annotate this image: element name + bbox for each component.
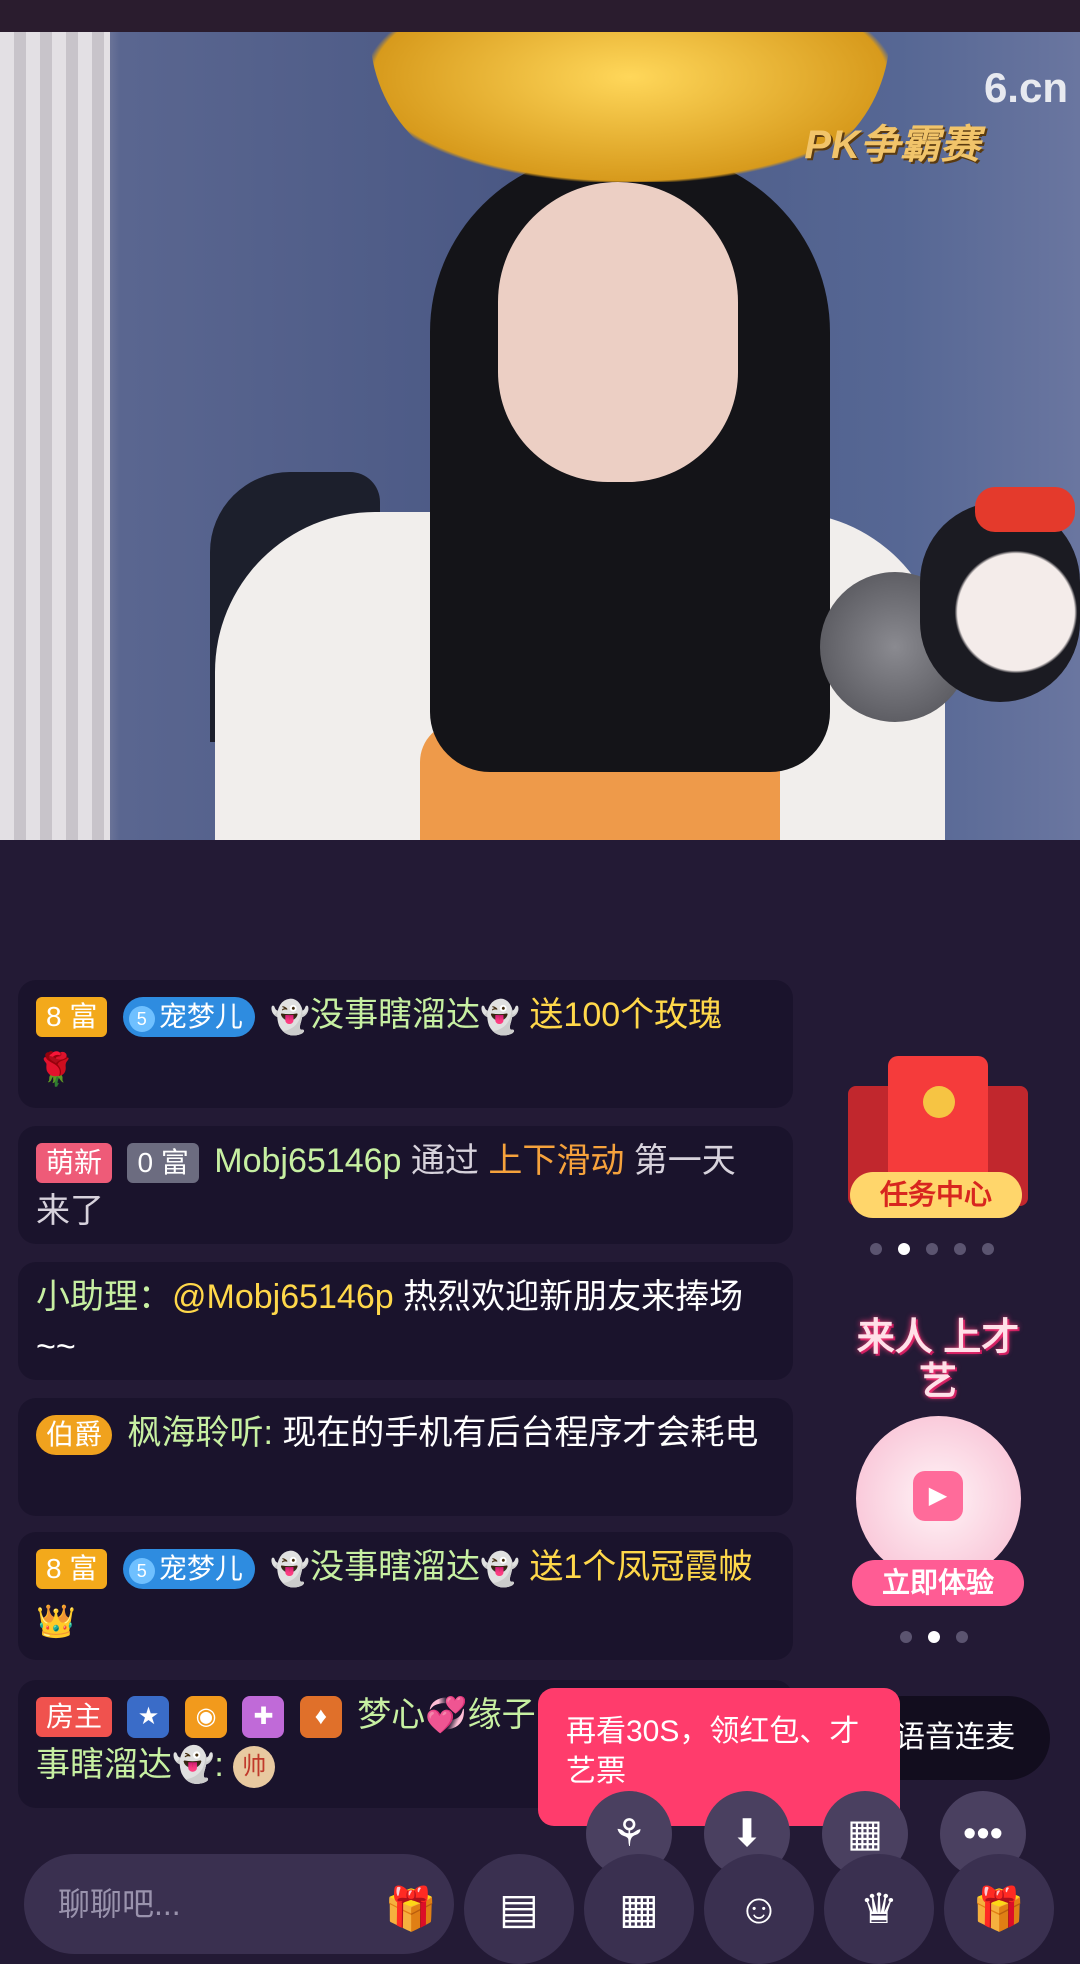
rich-level-badge: 0 富 xyxy=(127,1143,199,1184)
streamer-face xyxy=(498,182,738,482)
carousel-dots xyxy=(862,1242,1002,1256)
rich-level-badge: 8 富 xyxy=(36,1549,108,1590)
site-logo: 6.cn xyxy=(983,64,1068,111)
try-now-button[interactable]: 立即体验 xyxy=(852,1560,1024,1606)
live-video[interactable]: PK争霸赛 6.cn xyxy=(0,32,1080,840)
username[interactable]: 梦心💞缘子 xyxy=(357,1696,535,1734)
carousel-dots xyxy=(892,1630,976,1644)
username[interactable]: 枫海聆听: xyxy=(127,1414,272,1452)
username[interactable]: 没事瞎溜达 xyxy=(310,996,480,1034)
pet-badge: 5 宠梦儿 xyxy=(122,997,255,1038)
newbie-badge: 萌新 xyxy=(36,1143,113,1184)
host-badge: 房主 xyxy=(36,1697,113,1738)
ghost-icon: 👻 xyxy=(480,1551,520,1588)
assistant-label: 小助理： xyxy=(36,1278,172,1316)
plush-toy xyxy=(920,502,1080,702)
gift-box-icon[interactable]: 🎁 xyxy=(356,1854,466,1964)
ghost-icon: 👻 xyxy=(270,999,311,1036)
task-center-widget[interactable]: 任务中心 xyxy=(848,1056,1028,1226)
gift-icon[interactable]: 🎁 xyxy=(944,1854,1054,1964)
chess-piece-icon: 帅 xyxy=(233,1746,276,1789)
task-center-label: 任务中心 xyxy=(850,1172,1022,1218)
curtain xyxy=(0,32,110,840)
guard-icon: ♦ xyxy=(299,1696,342,1739)
gift-text: 送1个凤冠霞帔 xyxy=(529,1548,753,1586)
noble-badge: 伯爵 xyxy=(36,1415,113,1456)
crown-gift-icon: 👑 xyxy=(36,1603,76,1640)
rose-gift-icon: 🌹 xyxy=(36,1051,76,1088)
highlight-text: 上下滑动 xyxy=(488,1142,625,1180)
emblem-icon: ✚ xyxy=(242,1696,285,1739)
status-bar xyxy=(0,0,1080,32)
medal-icon: ◉ xyxy=(184,1696,227,1739)
bottom-toolbar: 聊聊吧... 🎁 ▤ ▦ ☺ ♛ 🎁 xyxy=(0,1840,1080,1964)
shield-icon: ★ xyxy=(127,1696,170,1739)
gift-text: 送100个玫瑰 xyxy=(529,996,723,1034)
talent-title: 来人 上才艺 xyxy=(856,1317,1020,1403)
chat-message: 8 富 5 宠梦儿 👻没事瞎溜达👻 送1个凤冠霞帔 👑 xyxy=(18,1532,793,1660)
pk-event-logo: PK争霸赛 xyxy=(804,123,980,167)
red-packet-icon xyxy=(888,1056,988,1186)
chat-message: 伯爵 枫海聆听: 现在的手机有后台程序才会耗电 xyxy=(18,1398,793,1516)
robot-icon[interactable]: ☺ xyxy=(704,1854,814,1964)
coin-icon xyxy=(923,1086,955,1118)
rich-level-badge: 8 富 xyxy=(36,997,108,1038)
ghost-icon: 👻 xyxy=(270,1551,311,1588)
plush-toy-bow xyxy=(975,487,1075,532)
chat-message: 小助理：@Mobj65146p 热烈欢迎新朋友来捧场~~ xyxy=(18,1262,793,1380)
chat-message: 萌新 0 富 Mobj65146p 通过 上下滑动 第一天 来了 xyxy=(18,1126,793,1244)
ghost-icon: 👻 xyxy=(480,999,520,1036)
chat-message: 8 富 5 宠梦儿 👻没事瞎溜达👻 送100个玫瑰 🌹 xyxy=(18,980,793,1108)
play-icon: ▶ xyxy=(913,1471,963,1521)
pet-badge: 5 宠梦儿 xyxy=(122,1549,255,1590)
crown-icon[interactable]: ♛ xyxy=(824,1854,934,1964)
apps-icon[interactable]: ▦ xyxy=(584,1854,694,1964)
mention[interactable]: @Mobj65146p xyxy=(172,1278,394,1316)
username[interactable]: Mobj65146p xyxy=(214,1142,401,1180)
username[interactable]: 没事瞎溜达 xyxy=(310,1548,480,1586)
message-icon[interactable]: ▤ xyxy=(464,1854,574,1964)
talent-widget[interactable]: 来人 上才艺 ▶ 立即体验 xyxy=(838,1316,1038,1606)
